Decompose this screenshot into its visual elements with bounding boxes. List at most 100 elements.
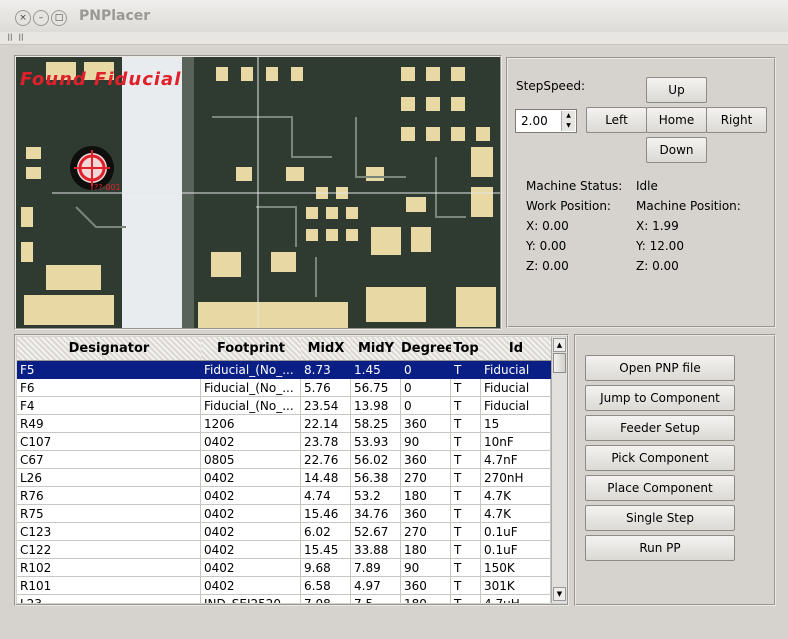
table-row[interactable]: R75 0402 15.46 34.76 360 T 4.7K xyxy=(17,505,551,523)
cell-degree: 180 xyxy=(401,487,451,505)
cell-designator: C123 xyxy=(17,523,201,541)
maximize-icon[interactable]: □ xyxy=(51,10,67,26)
pcb-image xyxy=(16,57,500,328)
title-bar: × – □ PNPlacer xyxy=(0,0,788,33)
close-icon[interactable]: × xyxy=(15,10,31,26)
scroll-thumb[interactable] xyxy=(553,353,566,373)
cell-id: 301K xyxy=(481,577,551,595)
work-x: X: 0.00 xyxy=(526,219,569,233)
cell-midx: 5.76 xyxy=(301,379,351,397)
cell-top: T xyxy=(451,505,481,523)
table-row[interactable]: F4 Fiducial_(No_... 23.54 13.98 0 T Fiducial xyxy=(17,397,551,415)
cell-midx: 15.46 xyxy=(301,505,351,523)
col-degree[interactable]: Degree xyxy=(401,337,452,361)
scroll-down-icon[interactable]: ▼ xyxy=(553,587,566,601)
step-speed-label: StepSpeed: xyxy=(516,79,585,93)
cell-midx: 15.45 xyxy=(301,541,351,559)
cell-designator: C122 xyxy=(17,541,201,559)
cell-midy: 33.88 xyxy=(351,541,401,559)
jog-right-button[interactable]: Right xyxy=(706,107,767,133)
work-position-label: Work Position: xyxy=(526,199,611,213)
table-row[interactable]: R49 1206 22.14 58.25 360 T 15 xyxy=(17,415,551,433)
cell-top: T xyxy=(451,415,481,433)
table-row[interactable]: L26 0402 14.48 56.38 270 T 270nH xyxy=(17,469,551,487)
jog-up-button[interactable]: Up xyxy=(646,77,707,103)
jog-down-button[interactable]: Down xyxy=(646,137,707,163)
step-speed-spinbox[interactable]: 2.00 ▲ ▼ xyxy=(515,109,577,133)
table-row[interactable]: C123 0402 6.02 52.67 270 T 0.1uF xyxy=(17,523,551,541)
cell-id: 4.7K xyxy=(481,487,551,505)
cell-top: T xyxy=(451,433,481,451)
cell-degree: 180 xyxy=(401,595,451,603)
col-id[interactable]: Id xyxy=(481,337,551,361)
table-row[interactable]: C67 0805 22.76 56.02 360 T 4.7nF xyxy=(17,451,551,469)
cell-degree: 360 xyxy=(401,577,451,595)
toolbar-handle-2[interactable]: || xyxy=(17,33,25,42)
cell-midy: 13.98 xyxy=(351,397,401,415)
run-pp-button[interactable]: Run PP xyxy=(585,535,735,561)
camera-view[interactable]: Found Fiducial ??-001 xyxy=(16,57,500,328)
cell-footprint: Fiducial_(No_... xyxy=(201,379,301,397)
col-top[interactable]: Top xyxy=(451,337,482,361)
cell-midx: 23.54 xyxy=(301,397,351,415)
cell-designator: F6 xyxy=(17,379,201,397)
feeder-setup-button[interactable]: Feeder Setup xyxy=(585,415,735,441)
cell-designator: L23 xyxy=(17,595,201,603)
place-component-button[interactable]: Place Component xyxy=(585,475,735,501)
cell-footprint: 0402 xyxy=(201,487,301,505)
cell-footprint: Fiducial_(No_... xyxy=(201,397,301,415)
cell-footprint: 0805 xyxy=(201,451,301,469)
cell-footprint: 0402 xyxy=(201,505,301,523)
table-row[interactable]: F6 Fiducial_(No_... 5.76 56.75 0 T Fiducial xyxy=(17,379,551,397)
cell-midx: 9.68 xyxy=(301,559,351,577)
cell-top: T xyxy=(451,559,481,577)
cell-midx: 8.73 xyxy=(301,361,351,379)
col-midy[interactable]: MidY xyxy=(351,337,402,361)
col-footprint[interactable]: Footprint xyxy=(201,337,302,361)
cell-degree: 0 xyxy=(401,361,451,379)
spin-up-icon[interactable]: ▲ xyxy=(561,111,575,121)
step-speed-value: 2.00 xyxy=(521,114,548,128)
machine-z: Z: 0.00 xyxy=(636,259,679,273)
cell-id: Fiducial xyxy=(481,361,551,379)
table-row[interactable]: C107 0402 23.78 53.93 90 T 10nF xyxy=(17,433,551,451)
single-step-button[interactable]: Single Step xyxy=(585,505,735,531)
table-row[interactable]: R76 0402 4.74 53.2 180 T 4.7K xyxy=(17,487,551,505)
pick-component-button[interactable]: Pick Component xyxy=(585,445,735,471)
minimize-icon[interactable]: – xyxy=(33,10,49,26)
table-header: Designator Footprint MidX MidY Degree To… xyxy=(17,337,551,361)
cell-midy: 52.67 xyxy=(351,523,401,541)
cell-midy: 56.75 xyxy=(351,379,401,397)
cell-designator: F5 xyxy=(17,361,201,379)
scroll-up-icon[interactable]: ▲ xyxy=(553,338,566,352)
table-scrollbar[interactable]: ▲ ▼ xyxy=(551,337,567,603)
table-row[interactable]: L23IND_SEI25207.087.5180T4.7uH xyxy=(17,595,551,603)
cell-midx: 14.48 xyxy=(301,469,351,487)
table-row[interactable]: R102 0402 9.68 7.89 90 T 150K xyxy=(17,559,551,577)
cell-degree: 360 xyxy=(401,415,451,433)
cell-top: T xyxy=(451,361,481,379)
table-row[interactable]: C122 0402 15.45 33.88 180 T 0.1uF xyxy=(17,541,551,559)
cell-designator: F4 xyxy=(17,397,201,415)
components-table[interactable]: Designator Footprint MidX MidY Degree To… xyxy=(17,337,551,603)
open-pnp-file-button[interactable]: Open PNP file xyxy=(585,355,735,381)
machine-position-label: Machine Position: xyxy=(636,199,741,213)
table-row[interactable]: R101 0402 6.58 4.97 360 T 301K xyxy=(17,577,551,595)
cell-footprint: 0402 xyxy=(201,541,301,559)
home-button[interactable]: Home xyxy=(646,107,707,133)
cell-midx: 22.14 xyxy=(301,415,351,433)
col-midx[interactable]: MidX xyxy=(301,337,352,361)
col-designator[interactable]: Designator xyxy=(17,337,202,361)
cell-degree: 270 xyxy=(401,523,451,541)
table-row[interactable]: F5 Fiducial_(No_... 8.73 1.45 0 T Fiducial xyxy=(17,361,551,379)
toolbar-handle-1[interactable]: || xyxy=(6,33,14,42)
spin-down-icon[interactable]: ▼ xyxy=(561,121,575,131)
jog-left-button[interactable]: Left xyxy=(586,107,647,133)
cell-id: 4.7uH xyxy=(481,595,551,603)
cell-designator: L26 xyxy=(17,469,201,487)
jump-to-component-button[interactable]: Jump to Component xyxy=(585,385,735,411)
cell-top: T xyxy=(451,451,481,469)
cell-designator: R75 xyxy=(17,505,201,523)
cell-id: 15 xyxy=(481,415,551,433)
machine-y: Y: 12.00 xyxy=(636,239,684,253)
